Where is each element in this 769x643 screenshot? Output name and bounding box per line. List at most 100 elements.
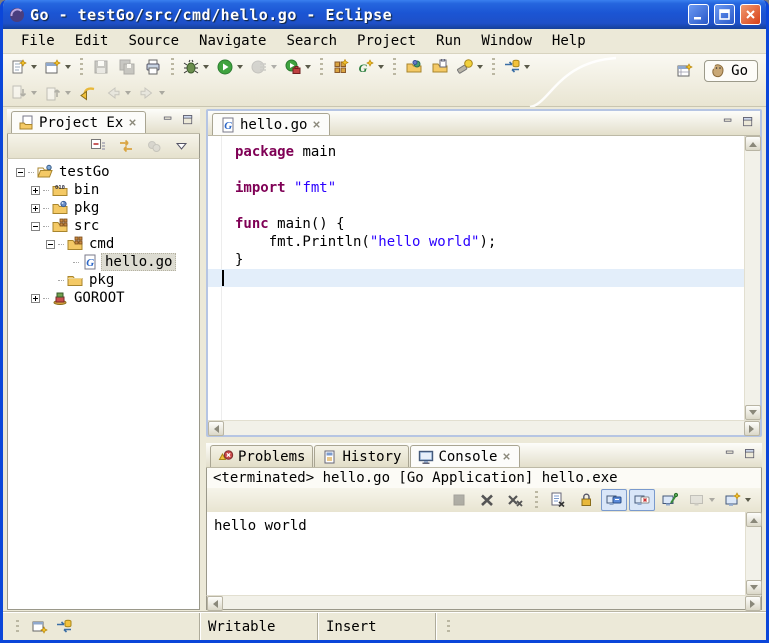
view-menu-button[interactable] (169, 135, 195, 157)
dropdown-arrow-icon[interactable] (65, 65, 71, 69)
scroll-right-button[interactable] (745, 596, 761, 611)
scroll-down-button[interactable] (745, 405, 761, 420)
dropdown-arrow-icon[interactable] (271, 65, 277, 69)
tree-item-goroot[interactable]: GOROOT (8, 289, 199, 307)
collapse-icon[interactable] (46, 240, 55, 249)
console-vertical-scrollbar[interactable] (745, 512, 761, 595)
dropdown-arrow-icon[interactable] (745, 498, 751, 502)
sync-status-icon[interactable] (56, 619, 72, 635)
tree-item-testgo[interactable]: testGo (8, 163, 199, 181)
tree-item-src[interactable]: src (8, 217, 199, 235)
tree-item-hello-go[interactable]: Ghello.go (8, 253, 199, 271)
tab-project-explorer[interactable]: Project Ex (11, 111, 146, 133)
dropdown-arrow-icon[interactable] (709, 498, 715, 502)
title-bar[interactable]: Go - testGo/src/cmd/hello.go - Eclipse (3, 0, 766, 29)
sync-button[interactable] (500, 56, 534, 78)
code-line-2[interactable] (208, 161, 744, 179)
maximize-editor-button[interactable] (740, 115, 756, 129)
open-perspective-button[interactable] (672, 60, 698, 82)
show-stdout-toggle[interactable] (601, 489, 627, 511)
debug-button[interactable] (179, 56, 213, 78)
expand-icon[interactable] (31, 186, 40, 195)
minimize-console-button[interactable] (722, 447, 738, 461)
new-go-element-button[interactable]: G (354, 56, 388, 78)
code-line-7[interactable]: } (208, 251, 744, 269)
search-button[interactable] (453, 56, 487, 78)
minimize-view-button[interactable] (160, 113, 176, 127)
print-button[interactable] (140, 56, 166, 78)
tab-hello-go[interactable]: G hello.go (212, 113, 330, 135)
collapse-icon[interactable] (16, 168, 25, 177)
code-line-4[interactable] (208, 197, 744, 215)
dropdown-arrow-icon[interactable] (305, 65, 311, 69)
close-tab-icon[interactable] (311, 119, 322, 130)
menu-run[interactable]: Run (426, 31, 471, 51)
code-line-8[interactable] (208, 269, 744, 287)
tree-item-pkg[interactable]: pkg (8, 271, 199, 289)
maximize-button[interactable] (714, 4, 735, 25)
menu-source[interactable]: Source (118, 31, 189, 51)
open-resource-button[interactable] (401, 56, 427, 78)
open-console-button[interactable] (721, 489, 755, 511)
maximize-console-button[interactable] (742, 447, 758, 461)
tab-console[interactable]: Console (410, 445, 520, 467)
menu-navigate[interactable]: Navigate (189, 31, 276, 51)
collapse-all-button[interactable] (85, 135, 111, 157)
minimize-editor-button[interactable] (720, 115, 736, 129)
dropdown-arrow-icon[interactable] (378, 65, 384, 69)
dropdown-arrow-icon[interactable] (203, 65, 209, 69)
menu-edit[interactable]: Edit (65, 31, 119, 51)
menu-help[interactable]: Help (542, 31, 596, 51)
expand-icon[interactable] (31, 204, 40, 213)
menu-file[interactable]: File (11, 31, 65, 51)
maximize-view-button[interactable] (180, 113, 196, 127)
remove-all-terminated-button[interactable] (502, 489, 528, 511)
scroll-right-button[interactable] (744, 421, 760, 436)
tree-item-cmd[interactable]: cmd (8, 235, 199, 253)
tab-problems[interactable]: Problems (210, 445, 313, 467)
show-stderr-toggle[interactable] (629, 489, 655, 511)
link-with-editor-button[interactable] (113, 135, 139, 157)
go-perspective-button[interactable]: Go (704, 60, 758, 82)
dropdown-arrow-icon[interactable] (524, 65, 530, 69)
tree-item-bin[interactable]: 010bin (8, 181, 199, 199)
new-go-project-button[interactable] (41, 56, 75, 78)
new-button[interactable] (7, 56, 41, 78)
close-button[interactable] (740, 4, 761, 25)
code-line-1[interactable]: package main (208, 143, 744, 161)
code-line-3[interactable]: import "fmt" (208, 179, 744, 197)
tab-history[interactable]: History (314, 445, 409, 467)
status-bar-grip[interactable] (435, 613, 455, 640)
code-line-5[interactable]: func main() { (208, 215, 744, 233)
scroll-up-button[interactable] (745, 136, 761, 151)
fast-view-icon[interactable] (32, 619, 48, 635)
menu-project[interactable]: Project (347, 31, 426, 51)
dropdown-arrow-icon[interactable] (125, 91, 131, 95)
scroll-left-button[interactable] (208, 421, 224, 436)
dropdown-arrow-icon[interactable] (31, 91, 37, 95)
editor-vertical-scrollbar[interactable] (744, 136, 760, 420)
new-go-package-button[interactable] (328, 56, 354, 78)
close-tab-icon[interactable] (501, 451, 512, 462)
scroll-down-button[interactable] (746, 580, 762, 595)
run-button[interactable] (213, 56, 247, 78)
clear-console-button[interactable] (545, 489, 571, 511)
menu-window[interactable]: Window (471, 31, 542, 51)
pin-console-button[interactable] (657, 489, 683, 511)
menu-search[interactable]: Search (276, 31, 347, 51)
console-horizontal-scrollbar[interactable] (206, 595, 762, 610)
scroll-up-button[interactable] (746, 512, 762, 527)
dropdown-arrow-icon[interactable] (237, 65, 243, 69)
dropdown-arrow-icon[interactable] (31, 65, 37, 69)
close-tab-icon[interactable] (127, 117, 138, 128)
external-tools-button[interactable] (281, 56, 315, 78)
dropdown-arrow-icon[interactable] (477, 65, 483, 69)
editor-horizontal-scrollbar[interactable] (208, 420, 760, 435)
tree-item-pkg[interactable]: pkg (8, 199, 199, 217)
dropdown-arrow-icon[interactable] (65, 91, 71, 95)
code-line-6[interactable]: fmt.Println("hello world"); (208, 233, 744, 251)
expand-icon[interactable] (31, 294, 40, 303)
collapse-icon[interactable] (31, 222, 40, 231)
remove-launch-button[interactable] (474, 489, 500, 511)
dropdown-arrow-icon[interactable] (159, 91, 165, 95)
